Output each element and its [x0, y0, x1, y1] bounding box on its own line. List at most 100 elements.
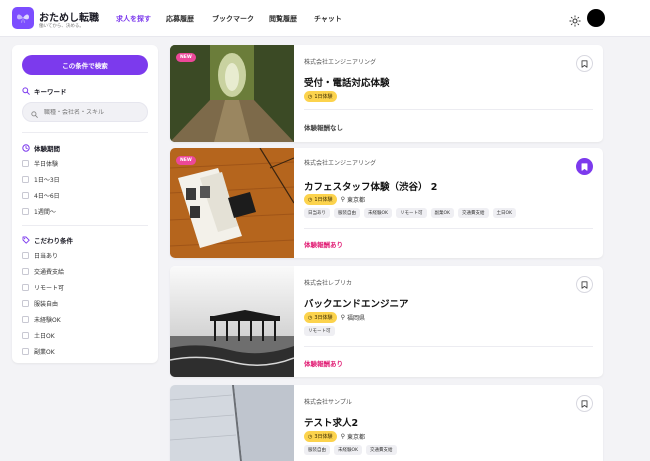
nav-view-history[interactable]: 閲覧履歴: [269, 14, 297, 24]
reward-status: 体験報酬あり: [304, 360, 343, 368]
app-header: おためし転職 働いてから、決める。 求人を探す 応募履歴 ブックマーク 閲覧履歴…: [0, 0, 650, 37]
clock-icon: ◷: [308, 196, 313, 203]
period-option[interactable]: 4日〜6日: [22, 191, 60, 200]
bookmark-button[interactable]: [576, 276, 593, 293]
option-label: 4日〜6日: [34, 193, 60, 200]
job-card[interactable]: 株式会社レプリカ バックエンドエンジニア ◷ 3日体験 ⚲ 福岡県 リモート可 体験…: [170, 266, 603, 377]
company-name: 株式会社エンジニアリング: [304, 59, 377, 66]
reward-status: 体験報酬なし: [304, 124, 343, 132]
job-title[interactable]: バックエンドエンジニア: [304, 296, 409, 310]
new-badge: NEW: [176, 156, 196, 165]
tag: 日当あり: [304, 208, 330, 218]
clock-icon: [22, 144, 30, 152]
filter-sidebar: この条件で検索 キーワード 体験期間 半日体験 1日〜3日 4日〜6日 1週間〜…: [12, 45, 158, 363]
job-image-forest-path[interactable]: NEW: [170, 45, 294, 142]
condition-option[interactable]: 服装自由: [22, 299, 58, 308]
option-label: 半日体験: [34, 161, 59, 168]
job-card[interactable]: NEW 株式会社エンジニアリング カフェスタッフ体験（渋谷） 2 ◷ 1日体験 ⚲…: [170, 148, 603, 258]
condition-option[interactable]: 副業OK: [22, 347, 55, 356]
job-card[interactable]: 株式会社サンプル テスト求人2 ◷ 3日体験 ⚲ 東京都 服装自由 未経験OK 交通…: [170, 385, 603, 461]
search-with-conditions-button[interactable]: この条件で検索: [22, 55, 148, 75]
tag: 土日OK: [492, 208, 516, 218]
location-pin-icon: ⚲: [340, 314, 345, 321]
period-title: 体験期間: [34, 145, 60, 153]
job-meta: ◷ 3日体験 ⚲ 東京都: [304, 431, 365, 442]
checkbox[interactable]: [22, 268, 29, 275]
checkbox[interactable]: [22, 192, 29, 199]
checkbox[interactable]: [22, 332, 29, 339]
location-pin-icon: ⚲: [340, 196, 345, 203]
duration-label: 3日体験: [314, 315, 333, 321]
tag-icon: [22, 236, 30, 244]
clock-icon: ◷: [308, 314, 313, 321]
app-subtitle: 働いてから、決める。: [39, 24, 84, 29]
new-badge: NEW: [176, 53, 196, 62]
tag: 未経験OK: [334, 445, 362, 455]
period-option[interactable]: 1日〜3日: [22, 175, 60, 184]
keyword-input-wrapper[interactable]: [22, 102, 148, 122]
location-label: 東京都: [346, 434, 365, 441]
tag-list: 日当あり 服装自由 未経験OK リモート可 副業OK 交通費支給 土日OK: [304, 208, 516, 218]
condition-option[interactable]: 日当あり: [22, 251, 58, 260]
checkbox[interactable]: [22, 300, 29, 307]
job-title[interactable]: カフェスタッフ体験（渋谷） 2: [304, 179, 437, 193]
job-title[interactable]: テスト求人2: [304, 415, 358, 429]
location-pin-icon: ⚲: [340, 433, 345, 440]
option-label: 未経験OK: [34, 317, 61, 324]
divider: [22, 225, 148, 226]
condition-option[interactable]: 交通費支給: [22, 267, 64, 276]
option-label: 副業OK: [34, 349, 55, 356]
company-name: 株式会社エンジニアリング: [304, 160, 377, 167]
job-card[interactable]: NEW 株式会社エンジニアリング 受付・電話対応体験 ◷ 1日体験 体験報酬なし: [170, 45, 603, 142]
location: ⚲ 東京都: [341, 432, 365, 441]
avatar[interactable]: [587, 9, 605, 27]
job-title[interactable]: 受付・電話対応体験: [304, 75, 390, 89]
checkbox[interactable]: [22, 348, 29, 355]
condition-option[interactable]: 未経験OK: [22, 315, 61, 324]
period-option[interactable]: 半日体験: [22, 159, 58, 168]
sun-icon[interactable]: [569, 12, 581, 27]
condition-option[interactable]: リモート可: [22, 283, 64, 292]
search-icon: [22, 87, 30, 95]
keyword-input[interactable]: [44, 108, 144, 116]
app-title[interactable]: おためし転職: [39, 9, 99, 24]
tag: リモート可: [396, 208, 427, 218]
logo-icon[interactable]: [12, 7, 34, 29]
divider: [304, 109, 593, 110]
location: ⚲ 福岡県: [341, 313, 365, 322]
option-label: 交通費支給: [34, 269, 65, 276]
condition-option[interactable]: 土日OK: [22, 331, 55, 340]
checkbox[interactable]: [22, 176, 29, 183]
tag: 服装自由: [334, 208, 360, 218]
bookmark-icon: [581, 59, 588, 68]
nav-bookmarks[interactable]: ブックマーク: [212, 14, 254, 24]
duration-badge: ◷ 3日体験: [304, 431, 337, 442]
job-image-cafe-table[interactable]: NEW: [170, 148, 294, 258]
job-image-pier[interactable]: [170, 266, 294, 377]
bookmark-button[interactable]: [576, 158, 593, 175]
job-card-body: 株式会社エンジニアリング 受付・電話対応体験 ◷ 1日体験 体験報酬なし: [304, 45, 603, 142]
period-option[interactable]: 1週間〜: [22, 207, 56, 216]
job-meta: ◷ 3日体験 ⚲ 福岡県: [304, 312, 365, 323]
company-name: 株式会社サンプル: [304, 399, 352, 406]
period-section-title: 体験期間: [22, 143, 60, 153]
job-card-body: 株式会社エンジニアリング カフェスタッフ体験（渋谷） 2 ◷ 1日体験 ⚲ 東京都 …: [304, 148, 603, 258]
duration-badge: ◷ 1日体験: [304, 91, 337, 102]
nav-search-jobs[interactable]: 求人を探す: [116, 14, 151, 24]
nav-application-history[interactable]: 応募履歴: [166, 14, 194, 24]
checkbox[interactable]: [22, 252, 29, 259]
job-meta: ◷ 1日体験: [304, 91, 337, 102]
checkbox[interactable]: [22, 160, 29, 167]
job-image-sail[interactable]: [170, 385, 294, 461]
checkbox[interactable]: [22, 316, 29, 323]
option-label: リモート可: [34, 285, 65, 292]
duration-badge: ◷ 3日体験: [304, 312, 337, 323]
bookmark-button[interactable]: [576, 55, 593, 72]
nav-chat[interactable]: チャット: [314, 14, 342, 24]
checkbox[interactable]: [22, 284, 29, 291]
checkbox[interactable]: [22, 208, 29, 215]
bookmark-button[interactable]: [576, 395, 593, 412]
keyword-section-title: キーワード: [22, 86, 67, 96]
conditions-title: こだわり条件: [34, 237, 73, 245]
option-label: 1週間〜: [34, 209, 56, 216]
